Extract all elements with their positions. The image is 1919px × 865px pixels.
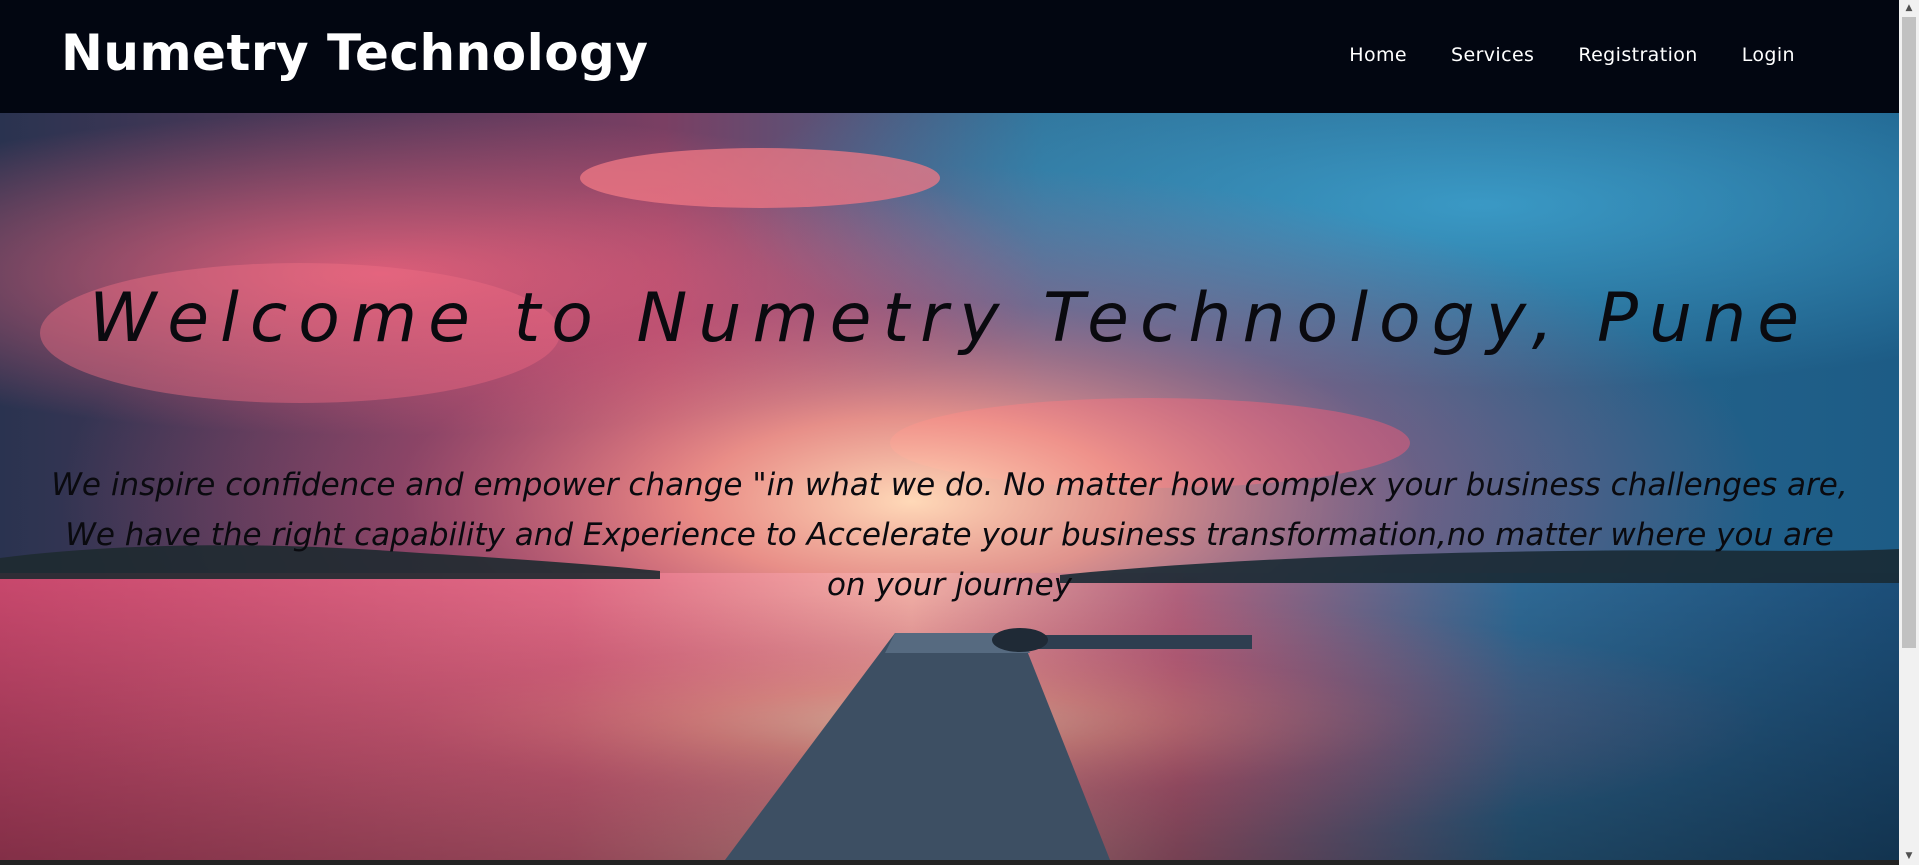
page-bottom-edge bbox=[0, 860, 1899, 865]
brand-title[interactable]: Numetry Technology bbox=[61, 24, 648, 82]
scroll-up-arrow-icon[interactable]: ▲ bbox=[1899, 0, 1919, 17]
page: Numetry Technology Home Services Registr… bbox=[0, 0, 1919, 865]
nav-link-services[interactable]: Services bbox=[1451, 44, 1534, 66]
hero-tagline-line: We have the right capability and Experie… bbox=[65, 517, 1834, 553]
nav-link-login[interactable]: Login bbox=[1742, 44, 1795, 66]
navbar: Numetry Technology Home Services Registr… bbox=[0, 0, 1899, 113]
nav-menu: Home Services Registration Login bbox=[1349, 44, 1795, 66]
scrollbar-thumb[interactable] bbox=[1902, 17, 1916, 648]
hero-tagline: We inspire confidence and empower change… bbox=[0, 460, 1899, 610]
hero-title: Welcome to Numetry Technology, Pune bbox=[88, 279, 1811, 358]
hero-tagline-line: on your journey bbox=[826, 567, 1073, 603]
vertical-scrollbar[interactable]: ▲ ▼ bbox=[1899, 0, 1919, 865]
hero-section: Welcome to Numetry Technology, Pune We i… bbox=[0, 113, 1899, 860]
hero-tagline-line: We inspire confidence and empower change… bbox=[51, 467, 1848, 503]
nav-link-home[interactable]: Home bbox=[1349, 44, 1407, 66]
nav-item-home: Home bbox=[1349, 44, 1407, 66]
nav-link-registration[interactable]: Registration bbox=[1578, 44, 1697, 66]
scroll-down-arrow-icon[interactable]: ▼ bbox=[1899, 848, 1919, 865]
nav-item-login: Login bbox=[1742, 44, 1795, 66]
nav-item-registration: Registration bbox=[1578, 44, 1697, 66]
nav-item-services: Services bbox=[1451, 44, 1534, 66]
